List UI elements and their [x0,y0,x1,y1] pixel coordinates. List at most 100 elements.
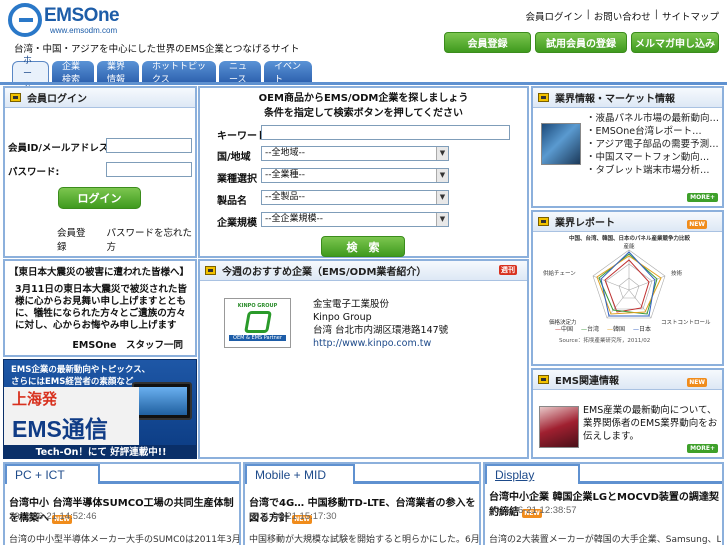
industry-item[interactable]: ・アジア電子部品の需要予測… [586,138,720,151]
member-register-button[interactable]: 会員登録 [444,32,531,53]
legend-item: —台湾 [581,326,600,333]
column-tab-display[interactable]: Display [485,464,580,484]
logo[interactable]: EMSOne www.emsodm.com [8,3,148,39]
disaster-message-panel: 【東日本大震災の被害に遭われた皆様へ】 3月11日の東日本大震災で被災された皆様… [3,259,197,357]
region-select[interactable]: --全地域-- [261,146,449,161]
industry-item[interactable]: ・液晶パネル市場の最新動向… [586,112,720,125]
tab-company-search[interactable]: 企業検索 [52,61,94,85]
featured-title: 今週のおすすめ企業（EMS/ODM業者紹介） [222,267,427,278]
panel-icon [10,93,21,102]
news-column-display: Display 台湾中小企業 韓国企業LGとMOCVD装置の調達契約締結 NEW… [483,462,724,545]
product-select[interactable]: --全製品-- [261,190,449,205]
product-label: 製品名 [217,196,247,207]
disaster-title: 【東日本大震災の被害に遭われた皆様へ】 [9,267,190,278]
search-button[interactable]: 検 索 [321,236,405,257]
company-size-select[interactable]: --全企業規模-- [261,212,449,227]
radar-source: Source：拓墣產業研究所，2011/02 [559,338,651,344]
featured-company-name-en: Kinpo Group [313,312,372,323]
banner-footer: Tech-On！にて 好評連載中!! [4,445,196,458]
tab-industry[interactable]: 業界情報 [97,61,139,85]
radar-axis-label: 技術 [671,269,683,277]
tab-home[interactable]: ホーム [12,56,49,92]
weekly-badge: 週刊 [499,265,517,275]
legend-item: —韓国 [607,326,626,333]
tab-events[interactable]: イベント [264,61,312,85]
logo-name: EMSOne [44,5,120,26]
login-button[interactable]: ログイン [58,187,141,209]
legend-item: —中国 [555,326,574,333]
top-link-contact[interactable]: お問い合わせ [594,9,651,23]
column-tab-mobile[interactable]: Mobile + MID [245,464,355,484]
login-panel: 会員ログイン 会員ID/メールアドレス： パスワード: ログイン 会員登録 パス… [3,86,197,258]
featured-company-url[interactable]: http://www.kinpo.com.tw [313,337,448,350]
panel-icon [538,217,549,226]
tablet-image [132,382,192,420]
industry-more-button[interactable]: MORE+ [687,193,718,202]
column-tab-pc[interactable]: PC + ICT [5,464,100,484]
ems-news-new-badge: NEW [687,378,707,387]
panel-icon [538,93,549,102]
column-tabbar: Display [485,464,722,484]
kinpo-logo-text: KINPO GROUP [237,303,278,309]
top-link-login[interactable]: 会員ログイン [526,9,583,23]
industry-item[interactable]: ・タブレット端末市場分析… [586,164,720,177]
keyword-label: キーワード [217,131,267,142]
panel-icon [205,266,216,275]
industry-label: 業種選択 [217,174,257,185]
industry-select[interactable]: --全業種-- [261,168,449,183]
disaster-body: 3月11日の東日本大震災で被災された皆様に心からお見舞い申し上げますとともに、犠… [15,284,187,331]
banner-line2: さらにはEMS経営者の素顔など… [11,377,142,387]
logo-url: www.emsodm.com [50,26,118,35]
banner-line1: EMS企業の最新動向やトピックス、 [11,365,151,375]
news-date: 2011-06-21 14:52:46 [9,511,97,522]
banner-brand: EMS通信 [12,416,108,442]
industry-item[interactable]: ・中国スマートフォン動向… [586,151,720,164]
login-password-input[interactable] [106,162,192,177]
login-id-input[interactable] [106,138,192,153]
industry-header: 業界情報・マーケット情報 [533,88,722,108]
kinpo-logo[interactable]: KINPO GROUP OEM & EMS Partner [224,298,291,348]
login-header: 会員ログイン [5,88,195,108]
ems-news-body[interactable]: EMS産業の最新動向について、業界関係者のEMS業界動向をお伝えします。 [583,404,721,443]
login-links: 会員登録 パスワードを忘れた方 [57,225,195,253]
register-link[interactable]: 会員登録 [57,225,92,253]
login-title: 会員ログイン [27,94,87,105]
kinpo-logo-sub: OEM & EMS Partner [229,335,286,341]
logo-mark-icon [8,3,42,37]
ems-news-more-button[interactable]: MORE+ [687,444,718,453]
tab-underline [0,82,727,85]
industry-thumbnail[interactable] [541,123,581,165]
search-title: OEM商品からEMS/ODM企業を探しましょう [258,93,469,104]
search-panel: OEM商品からEMS/ODM企業を探しましょう 条件を指定して検索ボタンを押して… [198,86,529,258]
featured-company-name[interactable]: 金宝電子工業股份 [313,298,448,311]
tab-hot-topics[interactable]: ホットトピックス [142,61,216,85]
news-date: 2011-06-21 12:38:57 [489,505,577,516]
banner-city: 上海発 [12,390,58,408]
login-id-label: 会員ID/メールアドレス： [8,143,118,154]
industry-info-panel: 業界情報・マーケット情報 ・液晶パネル市場の最新動向… ・EMSOne台湾レポー… [531,86,724,208]
featured-company-panel: 今週のおすすめ企業（EMS/ODM業者紹介） 週刊 KINPO GROUP OE… [198,259,529,459]
featured-company-address: 台湾 台北市内湖区環港路147號 [313,325,449,336]
industry-report-panel: 業界レポート NEW 中国、台湾、韓国、日本のパネル産業競争力比較 産能 技術 … [531,210,724,366]
legend-item: —日本 [633,326,652,333]
news-summary: 中国移動が大規模な試験を開始すると明らかにした。6月19日の発表によると… [249,535,479,545]
ems-tsushin-banner[interactable]: EMS企業の最新動向やトピックス、 さらにはEMS経営者の素顔など… 上海発 E… [3,359,197,459]
ems-news-thumbnail[interactable] [539,406,579,448]
industry-list: ・液晶パネル市場の最新動向… ・EMSOne台湾レポート… ・アジア電子部品の需… [586,112,720,177]
disaster-signature: EMSOne スタッフ一同 [72,340,183,351]
column-tabbar: Mobile + MID [245,464,479,484]
tab-news[interactable]: ニュース [219,61,261,85]
login-password-label: パスワード: [8,167,60,178]
kinpo-logo-mark-icon [243,311,272,333]
trial-register-button[interactable]: 試用会員の登録 [535,32,627,53]
search-subtitle: 条件を指定して検索ボタンを押してください [263,108,464,119]
tagline: 台湾・中国・アジアを中心にした世界のEMS企業とつなげるサイト [14,44,300,55]
top-link-sitemap[interactable]: サイトマップ [662,9,719,23]
report-title: 業界レポート [555,218,615,229]
news-column-mobile: Mobile + MID 台湾で4G… 中国移動TD-LTE、台湾業者の参入を図… [243,462,481,545]
newsletter-button[interactable]: メルマガ申し込み [631,32,719,53]
forgot-password-link[interactable]: パスワードを忘れた方 [106,225,195,253]
featured-details: 金宝電子工業股份 Kinpo Group 台湾 台北市内湖区環港路147號 ht… [313,298,448,350]
industry-item[interactable]: ・EMSOne台湾レポート… [586,125,720,138]
keyword-input[interactable] [261,125,510,140]
